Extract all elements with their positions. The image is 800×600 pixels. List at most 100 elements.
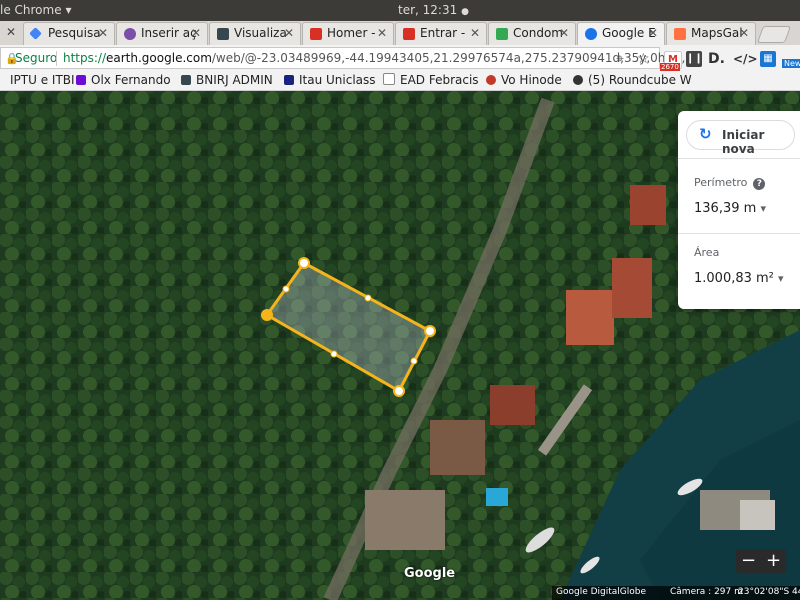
chevron-down-icon: ▾ (760, 202, 766, 215)
bookmark-itau[interactable]: Itau Uniclass (284, 73, 376, 87)
code-icon[interactable]: </> (733, 51, 758, 67)
bookmarks-bar: IPTU e ITBI Olx Fernando BNIRJ ADMIN Ita… (0, 71, 800, 91)
tab-visualiza[interactable]: Visualiza ✕ (209, 22, 301, 45)
polygon-midpoint[interactable] (330, 350, 338, 358)
gmail-count-badge: 2670 (660, 63, 680, 71)
perimeter-label-text: Perímetro (694, 176, 748, 189)
bookmark-label: IPTU e ITBI (10, 73, 75, 87)
polygon-vertex[interactable] (298, 257, 310, 269)
close-icon[interactable]: ✕ (648, 26, 658, 40)
url-protocol: https:// (63, 51, 107, 65)
tab-mapsgal[interactable]: MapsGal ✕ (666, 22, 756, 45)
tab-label: Inserir aç (141, 26, 197, 40)
close-icon[interactable]: ✕ (191, 26, 201, 40)
coordinates: 23°02'08"S 44 (738, 587, 800, 597)
perimeter-value[interactable]: 136,39 m ▾ (694, 201, 766, 216)
polygon-midpoint[interactable] (282, 285, 290, 293)
attribution-bar: Google DigitalGlobe Câmera : 297 m 23°02… (552, 586, 800, 600)
new-tab-button[interactable] (756, 26, 792, 43)
bookmark-label: Vo Hinode (501, 73, 562, 87)
maps-icon (496, 28, 508, 40)
app-icon (124, 28, 136, 40)
olx-icon (76, 75, 86, 85)
google-logo: Google (404, 566, 456, 581)
tab-entrar[interactable]: Entrar - ✕ (395, 22, 487, 45)
hinode-icon (486, 75, 496, 85)
close-icon[interactable]: ✕ (6, 25, 16, 39)
zoom-controls: − + (736, 549, 786, 573)
bookmark-olx[interactable]: Olx Fernando (76, 73, 171, 87)
perimeter-label: Perímetro? (694, 176, 766, 190)
itau-icon (284, 75, 294, 85)
close-icon[interactable]: ✕ (470, 26, 480, 40)
status-dot-icon: ● (461, 7, 469, 17)
polygon-vertex[interactable] (424, 325, 436, 337)
extension-blue-icon[interactable]: ▦ (760, 51, 776, 67)
clock[interactable]: ter, 12:31 ● (398, 3, 469, 17)
polygon-midpoint[interactable] (410, 357, 418, 365)
area-value[interactable]: 1.000,83 m² ▾ (694, 271, 784, 286)
polygon-vertex[interactable] (393, 385, 405, 397)
bookmark-iptu[interactable]: IPTU e ITBI (10, 73, 75, 87)
divider (678, 233, 800, 234)
zoom-out-button[interactable]: − (736, 550, 761, 571)
bookmark-label: (5) Roundcube W (588, 73, 692, 87)
url-text[interactable]: https://earth.google.com/web/@-23.034899… (63, 51, 698, 65)
house-roof (630, 185, 666, 225)
tab-label: Homer - (327, 26, 376, 40)
house-roof (490, 385, 535, 425)
tab-condom[interactable]: Condom ✕ (488, 22, 576, 45)
extension-icon[interactable]: ❙❙ (686, 51, 703, 67)
pin-icon (310, 28, 322, 40)
help-icon[interactable]: ? (753, 178, 766, 190)
imagery-credit[interactable]: Google DigitalGlobe (556, 587, 646, 597)
page-icon (383, 73, 395, 85)
pool (486, 488, 508, 506)
secure-label: Seguro (15, 51, 58, 65)
polygon-vertex-active[interactable] (261, 309, 273, 321)
drive-icon (29, 27, 42, 40)
omnibox[interactable]: 🔒 Seguro https://earth.google.com/web/@-… (0, 47, 698, 69)
new-badge: New (782, 59, 800, 68)
start-new-label: Iniciar nova (722, 128, 765, 156)
bookmark-ead[interactable]: EAD Febracis (383, 73, 479, 87)
close-icon[interactable]: ✕ (98, 26, 108, 40)
close-icon[interactable]: ✕ (284, 26, 294, 40)
tab-inserir[interactable]: Inserir aç ✕ (116, 22, 208, 45)
close-icon[interactable]: ✕ (377, 26, 387, 40)
bookmark-label: Itau Uniclass (299, 73, 376, 87)
camera-altitude: Câmera : 297 m (670, 587, 743, 597)
tab-google-earth[interactable]: Google E ✕ (577, 22, 665, 45)
target-icon[interactable]: ⌖ (616, 51, 624, 67)
star-icon[interactable]: ☆ (637, 51, 650, 67)
tab-homer[interactable]: Homer - ✕ (302, 22, 394, 45)
start-new-button[interactable]: ↻ Iniciar nova (686, 120, 795, 156)
divider (56, 51, 57, 66)
bookmark-roundcube[interactable]: (5) Roundcube W (573, 73, 692, 87)
chevron-down-icon: ▾ (778, 272, 784, 285)
earth-icon (585, 28, 597, 40)
close-icon[interactable]: ✕ (739, 26, 749, 40)
area-value-text: 1.000,83 m² (694, 271, 774, 286)
refresh-icon: ↻ (699, 125, 712, 143)
zoom-in-button[interactable]: + (761, 550, 786, 571)
polygon-midpoint[interactable] (364, 294, 372, 302)
tab-label: Pesquisa (48, 26, 101, 40)
house-roof (612, 258, 652, 318)
bni-icon (181, 75, 191, 85)
chevron-down-icon: ▾ (65, 3, 72, 17)
bookmark-bnirj[interactable]: BNIRJ ADMIN (181, 73, 273, 87)
app-icon (217, 28, 229, 40)
pin-icon (403, 28, 415, 40)
roundcube-icon (573, 75, 583, 85)
url-path: /web/@-23.03489969,-44.19943405,21.29976… (211, 51, 698, 65)
house-roof (566, 290, 614, 345)
tab-pesquisa[interactable]: Pesquisa ✕ (23, 22, 115, 45)
house-roof (365, 490, 445, 550)
extension-d-icon[interactable]: D. (708, 51, 725, 67)
tab-label: Visualiza (234, 26, 287, 40)
bookmark-hinode[interactable]: Vo Hinode (486, 73, 562, 87)
divider (678, 158, 800, 159)
close-icon[interactable]: ✕ (559, 26, 569, 40)
app-menu[interactable]: le Chrome ▾ (0, 3, 71, 17)
